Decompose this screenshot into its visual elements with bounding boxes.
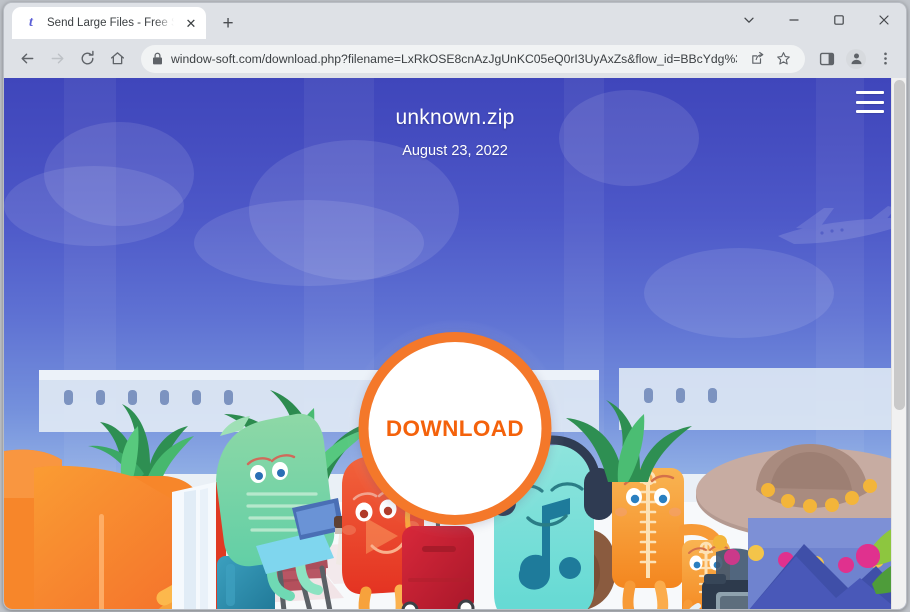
- lock-icon: [152, 52, 163, 65]
- share-icon: [751, 51, 763, 64]
- chevron-down-icon: [743, 17, 754, 23]
- hamburger-line-icon: [856, 100, 884, 104]
- reload-button[interactable]: [73, 45, 101, 73]
- share-button[interactable]: [745, 47, 769, 71]
- tab-search-button[interactable]: [726, 3, 771, 37]
- browser-menu-button[interactable]: [871, 45, 899, 73]
- tab-strip: t Send Large Files - Free Secure Fil ✕ +: [4, 3, 906, 39]
- reload-icon: [81, 50, 94, 65]
- profile-avatar-icon: [846, 48, 866, 69]
- close-icon: [878, 15, 889, 25]
- tab-title: Send Large Files - Free Secure Fil: [47, 17, 174, 29]
- download-button-label: DOWNLOAD: [385, 415, 525, 441]
- scrollbar-thumb[interactable]: [894, 80, 905, 410]
- new-tab-button[interactable]: +: [214, 9, 242, 37]
- maximize-icon: [833, 15, 844, 25]
- download-button[interactable]: DOWNLOAD: [358, 332, 552, 525]
- browser-window: t Send Large Files - Free Secure Fil ✕ +: [3, 2, 907, 610]
- hamburger-line-icon: [856, 110, 884, 113]
- page-viewport: unknown.zip August 23, 2022 DOWNLOAD: [4, 78, 906, 609]
- download-button-wrap: DOWNLOAD: [346, 319, 564, 538]
- site-hamburger-menu[interactable]: [856, 91, 884, 113]
- three-dot-menu-icon: [883, 52, 887, 65]
- back-arrow-icon: [21, 53, 33, 64]
- toolbar-right-actions: [813, 45, 899, 73]
- side-panel-icon: [819, 52, 835, 65]
- browser-tab[interactable]: t Send Large Files - Free Secure Fil ✕: [12, 7, 206, 39]
- side-panel-button[interactable]: [813, 45, 841, 73]
- minimize-icon: [789, 19, 798, 21]
- address-bar[interactable]: window-soft.com/download.php?filename=Lx…: [141, 44, 805, 73]
- address-bar-url[interactable]: window-soft.com/download.php?filename=Lx…: [171, 52, 737, 66]
- home-button[interactable]: [103, 45, 131, 73]
- home-icon: [110, 52, 124, 65]
- minimize-button[interactable]: [771, 3, 816, 37]
- bookmark-button[interactable]: [771, 47, 795, 71]
- forward-arrow-icon: [51, 53, 63, 64]
- tab-close-icon[interactable]: ✕: [182, 14, 200, 32]
- profile-button[interactable]: [842, 45, 870, 73]
- forward-button[interactable]: [43, 45, 71, 73]
- page-scrollbar[interactable]: [891, 78, 906, 609]
- close-button[interactable]: [861, 3, 906, 37]
- tab-favicon-icon: t: [29, 15, 33, 30]
- star-icon: [776, 52, 790, 65]
- maximize-button[interactable]: [816, 3, 861, 37]
- window-controls: [726, 3, 906, 37]
- back-button[interactable]: [13, 45, 41, 73]
- browser-toolbar: window-soft.com/download.php?filename=Lx…: [4, 39, 906, 78]
- omnibox-actions: [745, 47, 795, 71]
- hamburger-line-icon: [856, 91, 884, 94]
